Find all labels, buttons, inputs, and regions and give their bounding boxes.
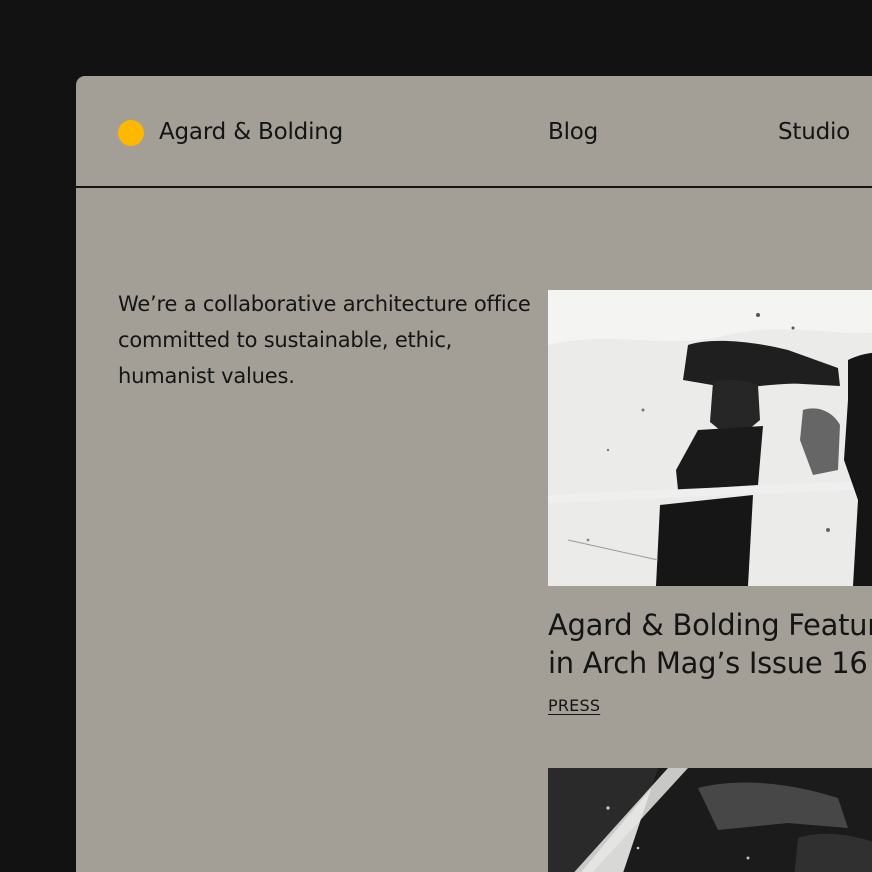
post-image[interactable] <box>548 768 872 872</box>
nav-item-studio[interactable]: Studio <box>778 116 850 148</box>
nav-item-blog[interactable]: Blog <box>548 116 598 148</box>
post-photo-illustration <box>548 768 872 872</box>
post-tag-link[interactable]: PRESS <box>548 695 600 717</box>
brand-link[interactable]: Agard & Bolding <box>159 116 343 148</box>
site-window: Agard & Bolding Blog Studio We’re a coll… <box>76 76 872 872</box>
logo-dot-icon[interactable] <box>118 120 144 146</box>
intro-text: We’re a collaborative architecture offic… <box>118 292 531 388</box>
post-title-line-2[interactable]: in Arch Mag’s Issue 16 <box>548 644 872 682</box>
post-image[interactable] <box>548 290 872 586</box>
post-title-line-1[interactable]: Agard & Bolding Featur <box>548 606 872 644</box>
post-title[interactable]: Agard & Bolding Featur in Arch Mag’s Iss… <box>548 606 872 682</box>
post-photo-illustration <box>548 290 872 586</box>
site-header: Agard & Bolding Blog Studio <box>76 76 872 188</box>
